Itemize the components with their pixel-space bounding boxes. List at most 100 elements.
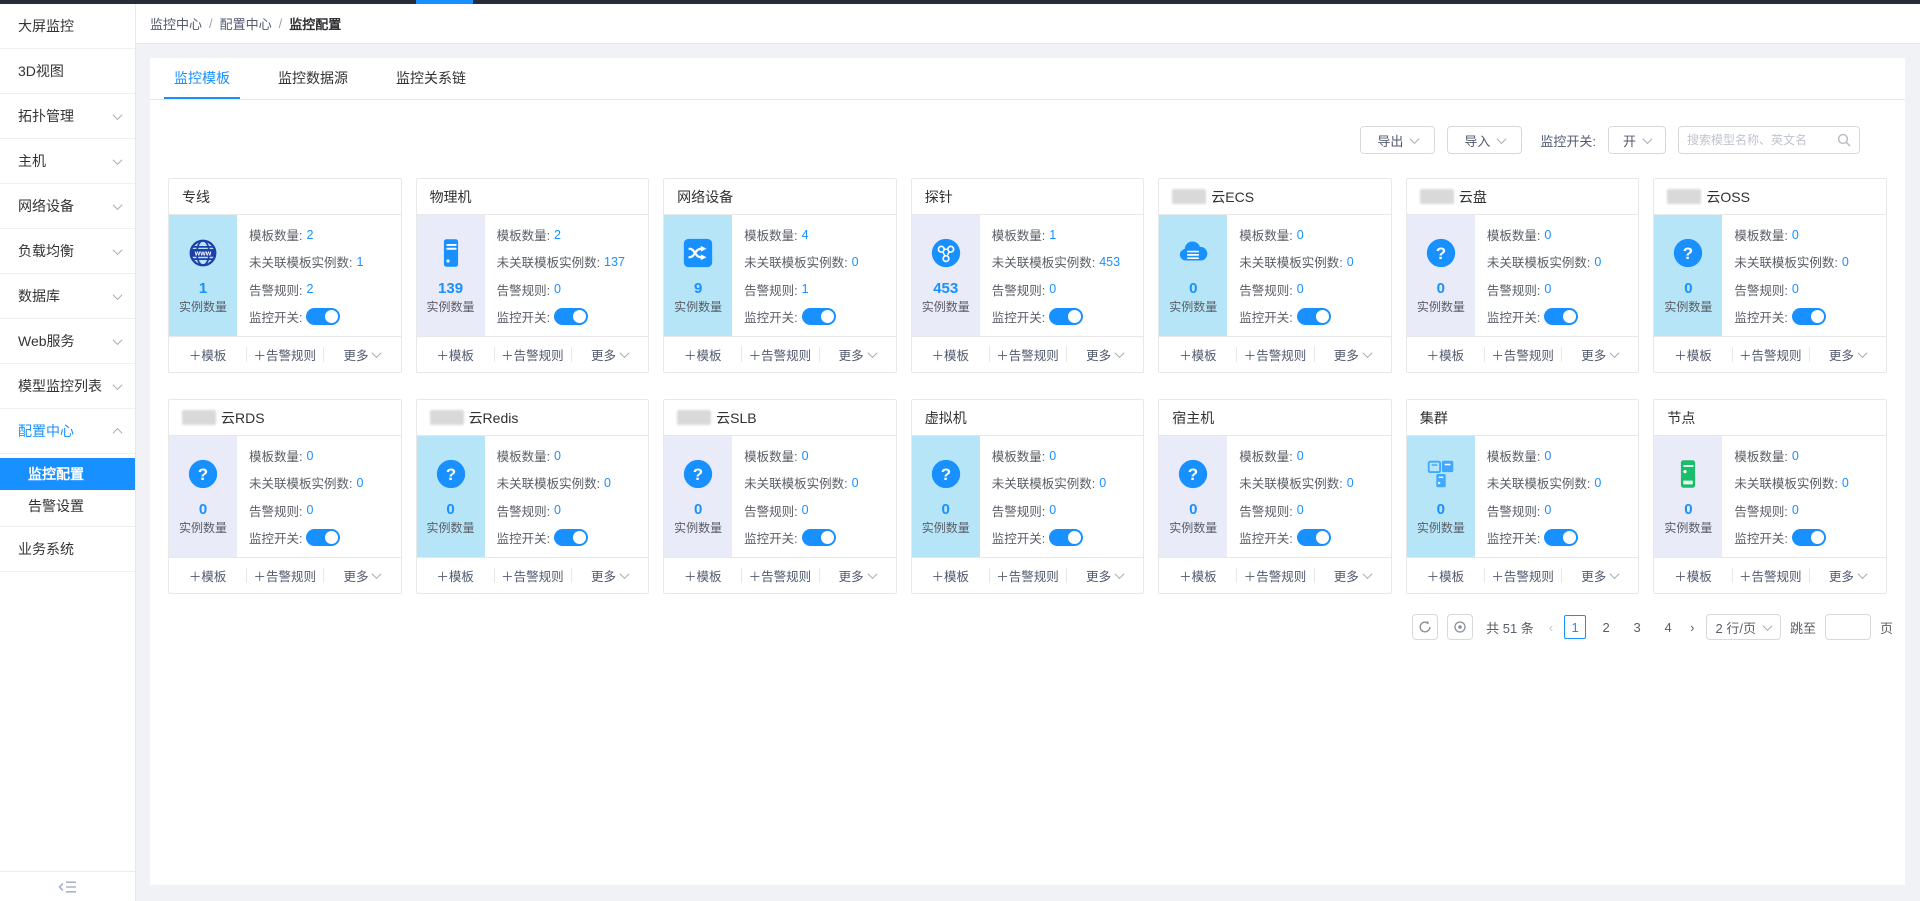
add-template-button[interactable]: ＋模板 (1407, 558, 1484, 593)
collapse-sidebar-icon[interactable] (58, 880, 78, 894)
add-template-button[interactable]: ＋模板 (664, 558, 741, 593)
more-button[interactable]: 更多 (819, 558, 896, 593)
sidebar-item[interactable]: 大屏监控 (0, 4, 135, 49)
sidebar-item[interactable]: 业务系统 (0, 527, 135, 572)
sidebar-item[interactable]: 拓扑管理 (0, 94, 135, 139)
add-alert-rule-button[interactable]: ＋告警规则 (494, 337, 571, 372)
card-title: 云OSS (1654, 179, 1886, 215)
more-button[interactable]: 更多 (1066, 558, 1143, 593)
add-template-button[interactable]: ＋模板 (169, 558, 246, 593)
more-button[interactable]: 更多 (1809, 558, 1886, 593)
more-button[interactable]: 更多 (1809, 337, 1886, 372)
monitor-switch-toggle[interactable] (1792, 529, 1826, 546)
monitor-switch-toggle[interactable] (802, 529, 836, 546)
breadcrumb-item[interactable]: 监控配置 (289, 14, 341, 33)
add-template-button[interactable]: ＋模板 (1159, 337, 1236, 372)
instance-count-value: 453 (933, 280, 958, 297)
add-template-button[interactable]: ＋模板 (169, 337, 246, 372)
more-button[interactable]: 更多 (571, 558, 648, 593)
sidebar-item[interactable]: 负载均衡 (0, 229, 135, 274)
template-count-field: 模板数量:0 (1734, 446, 1882, 465)
page-number-button[interactable]: 3 (1626, 615, 1648, 639)
add-template-button[interactable]: ＋模板 (1407, 337, 1484, 372)
add-alert-rule-button[interactable]: ＋告警规则 (246, 558, 323, 593)
sidebar-item[interactable]: Web服务 (0, 319, 135, 364)
sidebar-item[interactable]: 模型监控列表 (0, 364, 135, 409)
search-input[interactable] (1687, 133, 1837, 147)
tab-active[interactable]: 监控模板 (164, 58, 240, 99)
monitor-switch-toggle[interactable] (1544, 529, 1578, 546)
sidebar-item[interactable]: 数据库 (0, 274, 135, 319)
refresh-button[interactable] (1412, 614, 1438, 640)
monitor-switch-toggle[interactable] (1297, 308, 1331, 325)
add-alert-rule-button[interactable]: ＋告警规则 (246, 337, 323, 372)
add-template-button[interactable]: ＋模板 (417, 337, 494, 372)
more-button[interactable]: 更多 (1314, 337, 1391, 372)
page-number-button[interactable]: 2 (1595, 615, 1617, 639)
monitor-switch-toggle[interactable] (1049, 308, 1083, 325)
monitor-switch-filter-select[interactable]: 开 (1608, 126, 1666, 154)
add-alert-rule-button[interactable]: ＋告警规则 (1484, 337, 1561, 372)
jump-to-label: 跳至 (1790, 618, 1816, 637)
monitor-switch-toggle[interactable] (554, 529, 588, 546)
search-icon[interactable] (1837, 133, 1851, 147)
export-button[interactable]: 导出 (1360, 126, 1435, 154)
sidebar-item[interactable]: 3D视图 (0, 49, 135, 94)
add-template-button[interactable]: ＋模板 (1654, 337, 1731, 372)
more-button[interactable]: 更多 (323, 337, 400, 372)
add-alert-rule-button[interactable]: ＋告警规则 (1484, 558, 1561, 593)
alert-rules-count-field: 告警规则:0 (992, 280, 1140, 299)
sidebar-item[interactable]: 网络设备 (0, 184, 135, 229)
add-alert-rule-button[interactable]: ＋告警规则 (1732, 558, 1809, 593)
breadcrumb-item[interactable]: 配置中心 (220, 14, 272, 33)
monitor-switch-toggle[interactable] (306, 308, 340, 325)
instance-area: 0实例数量 (1159, 215, 1227, 336)
monitor-switch-toggle[interactable] (1792, 308, 1826, 325)
add-alert-rule-button[interactable]: ＋告警规则 (989, 558, 1066, 593)
monitor-switch-toggle[interactable] (554, 308, 588, 325)
more-button[interactable]: 更多 (1066, 337, 1143, 372)
more-button[interactable]: 更多 (1561, 558, 1638, 593)
more-button[interactable]: 更多 (819, 337, 896, 372)
prev-page-button[interactable]: ‹ (1547, 620, 1555, 635)
template-count-field: 模板数量:0 (992, 446, 1140, 465)
add-alert-rule-button[interactable]: ＋告警规则 (989, 337, 1066, 372)
add-template-button[interactable]: ＋模板 (1159, 558, 1236, 593)
import-button[interactable]: 导入 (1447, 126, 1522, 154)
add-alert-rule-button[interactable]: ＋告警规则 (741, 558, 818, 593)
add-alert-rule-button[interactable]: ＋告警规则 (1732, 337, 1809, 372)
monitor-switch-toggle[interactable] (1544, 308, 1578, 325)
monitor-switch-label: 监控开关: (744, 307, 797, 326)
tab-item[interactable]: 监控关系链 (386, 58, 476, 99)
sidebar-subitem[interactable]: 告警设置 (0, 490, 135, 522)
page-size-select[interactable]: 2 行/页 (1706, 614, 1781, 640)
more-button[interactable]: 更多 (1314, 558, 1391, 593)
monitor-switch-toggle[interactable] (306, 529, 340, 546)
add-template-button[interactable]: ＋模板 (912, 558, 989, 593)
add-template-button[interactable]: ＋模板 (1654, 558, 1731, 593)
jump-page-input[interactable] (1825, 614, 1871, 640)
add-template-button[interactable]: ＋模板 (912, 337, 989, 372)
breadcrumb-item[interactable]: 监控中心 (150, 14, 202, 33)
add-alert-rule-button[interactable]: ＋告警规则 (1236, 558, 1313, 593)
sidebar-item[interactable]: 配置中心 (0, 409, 135, 454)
add-alert-rule-button[interactable]: ＋告警规则 (1236, 337, 1313, 372)
more-button[interactable]: 更多 (323, 558, 400, 593)
monitor-switch-toggle[interactable] (1297, 529, 1331, 546)
page-number-button[interactable]: 1 (1564, 615, 1586, 639)
sidebar-subitem[interactable]: 监控配置 (0, 458, 135, 490)
page-number-button[interactable]: 4 (1657, 615, 1679, 639)
add-template-button[interactable]: ＋模板 (417, 558, 494, 593)
locate-button[interactable] (1447, 614, 1473, 640)
tab-item[interactable]: 监控数据源 (268, 58, 358, 99)
add-alert-rule-button[interactable]: ＋告警规则 (741, 337, 818, 372)
add-template-button[interactable]: ＋模板 (664, 337, 741, 372)
card-title: 云RDS (169, 400, 401, 436)
sidebar-item[interactable]: 主机 (0, 139, 135, 184)
more-button[interactable]: 更多 (1561, 337, 1638, 372)
add-alert-rule-button[interactable]: ＋告警规则 (494, 558, 571, 593)
next-page-button[interactable]: › (1688, 620, 1696, 635)
monitor-switch-toggle[interactable] (802, 308, 836, 325)
more-button[interactable]: 更多 (571, 337, 648, 372)
monitor-switch-toggle[interactable] (1049, 529, 1083, 546)
